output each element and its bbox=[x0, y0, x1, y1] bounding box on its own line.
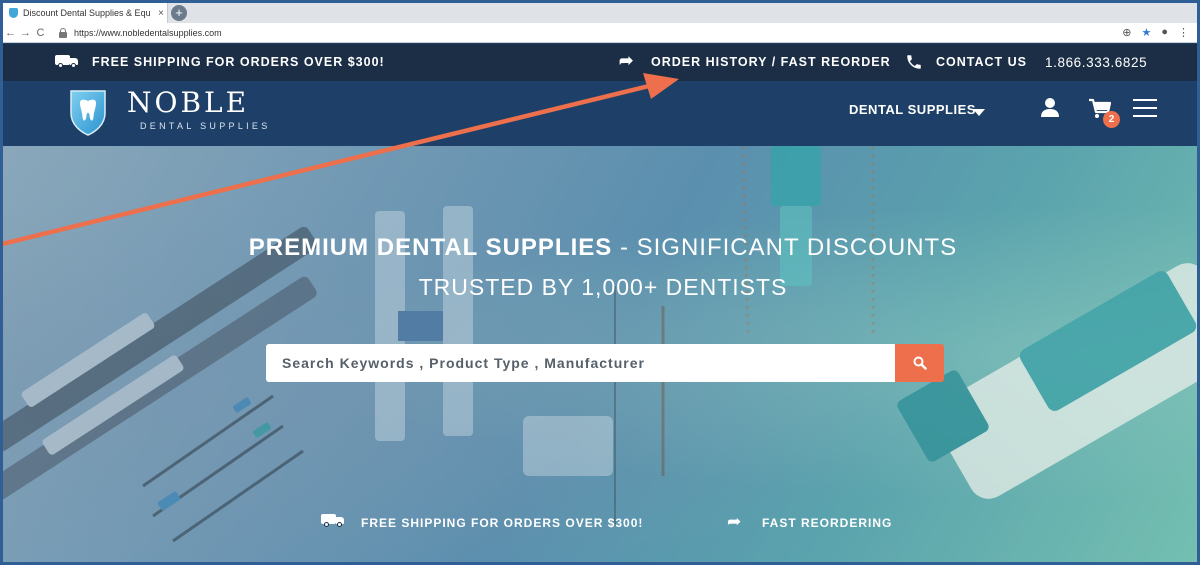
search-input[interactable] bbox=[266, 344, 895, 382]
cart-count-badge: 2 bbox=[1103, 111, 1120, 128]
reorder-arrow-icon: ➦ bbox=[619, 51, 635, 70]
feature-fast-reordering: FAST REORDERING bbox=[762, 516, 893, 530]
truck-icon bbox=[55, 55, 79, 68]
site-header: NOBLE DENTAL SUPPLIES DENTAL SUPPLIES 2 bbox=[3, 81, 1197, 146]
favicon-icon bbox=[9, 8, 18, 18]
zoom-icon[interactable]: ⊕ bbox=[1122, 26, 1131, 39]
browser-tab[interactable]: Discount Dental Supplies & Equ × bbox=[3, 3, 168, 23]
tooth-shield-icon[interactable] bbox=[69, 87, 107, 137]
search-button[interactable] bbox=[895, 344, 944, 382]
logo-subtitle: DENTAL SUPPLIES bbox=[140, 121, 271, 131]
browser-tab-bar: Discount Dental Supplies & Equ × + bbox=[3, 3, 1197, 23]
hero-banner: PREMIUM DENTAL SUPPLIES - SIGNIFICANT DI… bbox=[3, 146, 1197, 562]
url-field[interactable]: https://www.nobledentalsupplies.com bbox=[74, 28, 222, 38]
phone-number[interactable]: 1.866.333.6825 bbox=[1045, 55, 1147, 70]
back-icon[interactable]: ← bbox=[3, 27, 18, 39]
tab-title: Discount Dental Supplies & Equ bbox=[23, 8, 151, 18]
account-icon[interactable]: ● bbox=[1161, 26, 1168, 39]
tab-close-icon[interactable]: × bbox=[155, 8, 167, 19]
more-menu-icon[interactable]: ⋮ bbox=[1178, 26, 1189, 39]
contact-us-link[interactable]: CONTACT US bbox=[936, 55, 1027, 69]
top-info-bar: FREE SHIPPING FOR ORDERS OVER $300! ➦ OR… bbox=[3, 44, 1197, 81]
reload-icon[interactable]: C bbox=[33, 27, 48, 39]
menu-icon[interactable] bbox=[1133, 99, 1157, 117]
feature-free-shipping: FREE SHIPPING FOR ORDERS OVER $300! bbox=[361, 516, 644, 530]
browser-window: Discount Dental Supplies & Equ × + ← → C… bbox=[0, 0, 1200, 565]
user-icon[interactable] bbox=[1040, 97, 1060, 119]
logo-title[interactable]: NOBLE bbox=[127, 86, 249, 119]
chevron-down-icon[interactable] bbox=[973, 109, 985, 116]
nav-dental-supplies[interactable]: DENTAL SUPPLIES bbox=[849, 102, 976, 117]
order-history-link[interactable]: ORDER HISTORY / FAST REORDER bbox=[651, 55, 891, 69]
address-bar: ← → C https://www.nobledentalsupplies.co… bbox=[3, 23, 1197, 43]
hero-subtitle: TRUSTED BY 1,000+ DENTISTS bbox=[418, 274, 788, 300]
search-icon bbox=[913, 356, 927, 370]
hero-title-bold: PREMIUM DENTAL SUPPLIES bbox=[248, 234, 613, 261]
hero-title: PREMIUM DENTAL SUPPLIES - SIGNIFICANT DI… bbox=[3, 234, 1197, 262]
hero-title-rest: - SIGNIFICANT DISCOUNTS bbox=[612, 234, 958, 261]
truck-icon bbox=[321, 514, 345, 527]
lock-icon bbox=[58, 28, 68, 38]
new-tab-button[interactable]: + bbox=[171, 5, 187, 21]
reorder-arrow-icon: ➦ bbox=[727, 512, 742, 531]
phone-icon bbox=[907, 55, 921, 69]
forward-icon[interactable]: → bbox=[18, 27, 33, 39]
bookmark-star-icon[interactable]: ★ bbox=[1141, 26, 1151, 39]
free-shipping-notice: FREE SHIPPING FOR ORDERS OVER $300! bbox=[92, 55, 385, 69]
